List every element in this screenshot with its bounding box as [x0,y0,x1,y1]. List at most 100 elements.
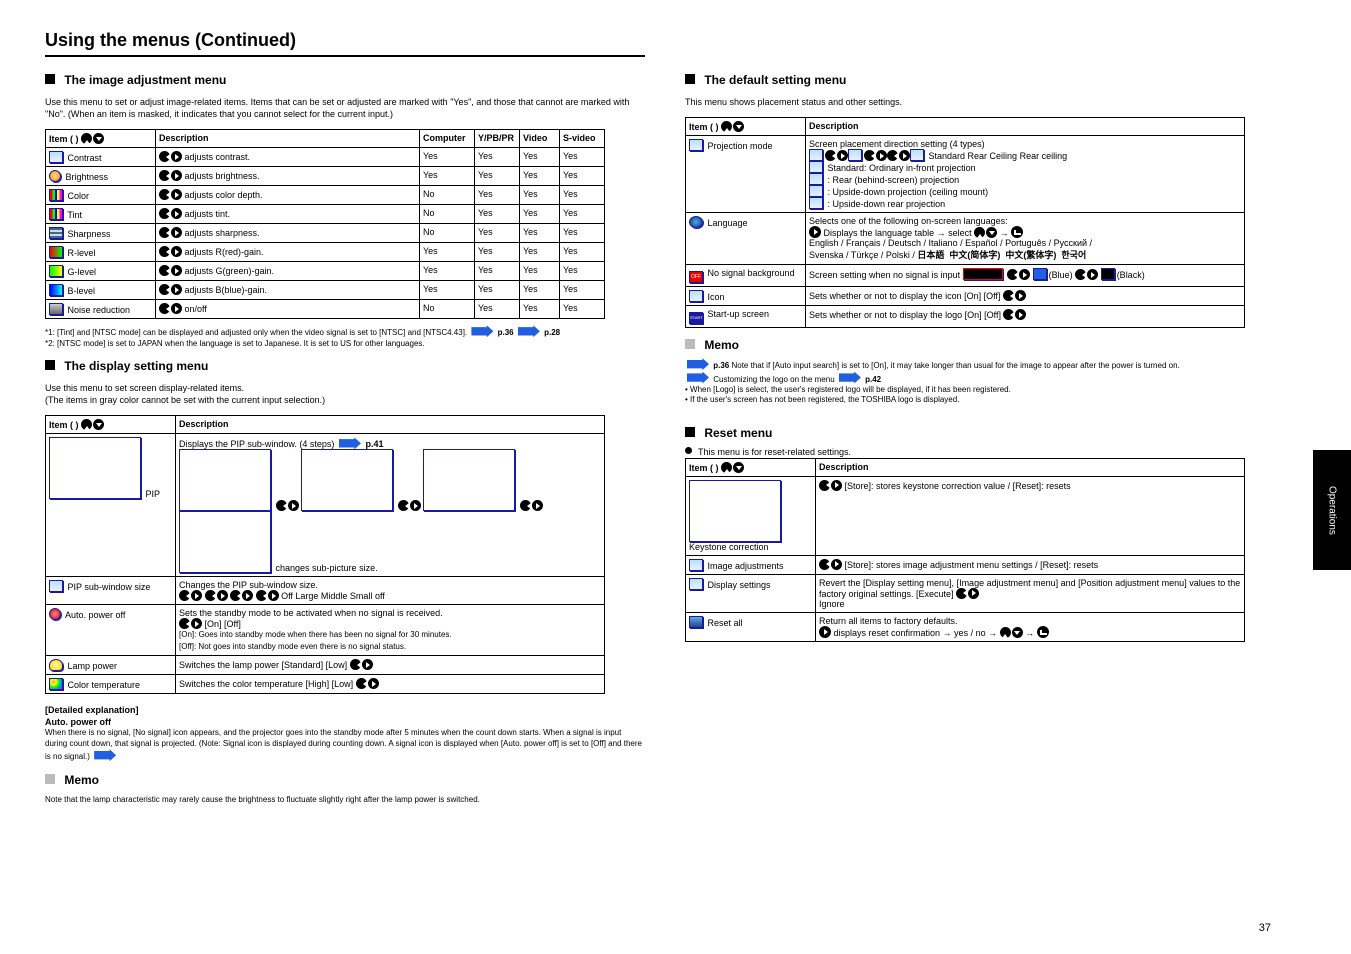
table-row: Keystone correction [Store]: stores keys… [686,476,1245,555]
pip-large-icon [179,449,271,511]
header-title-left: Using the menus (Continued) [45,30,645,51]
black-swatch-icon [1101,268,1115,280]
contrast-icon [49,151,63,163]
table-row: Contrast adjusts contrast.YesYesYesYes [46,148,605,167]
color-temp-icon [49,678,63,690]
side-tab: Operations [1313,450,1351,570]
table-row: Color temperatureSwitches the color temp… [46,675,605,694]
ceiling-icon [910,149,924,161]
right-arrow-icon [819,626,831,638]
table-row: Tint adjusts tint.NoYesYesYes [46,205,605,224]
off-icon: OFF [689,271,703,283]
table-row: R-level adjusts R(red)-gain.YesYesYesYes [46,243,605,262]
standard-icon [809,161,823,173]
page-header-left: Using the menus (Continued) [45,30,645,57]
lamp-icon [49,659,63,671]
page-ref-arrow-icon [471,325,493,337]
square-bullet-icon [685,74,695,84]
section-reset: Reset menu [685,426,1285,440]
image-adj-notes: *1: [Tint] and [NTSC mode] can be displa… [45,325,645,349]
pip-off-icon [179,511,271,573]
detail-heading: [Detailed explanation] [45,704,645,716]
g-level-icon [49,265,63,277]
table-row: Image adjustments [Store]: stores image … [686,555,1245,574]
table-row: IconSets whether or not to display the i… [686,287,1245,306]
square-bullet-icon [45,360,55,370]
enter-icon [1011,226,1023,238]
rear-ceiling-icon [809,197,823,209]
table-row: Reset allReturn all items to factory def… [686,612,1245,641]
section-image-adj: The image adjustment menu [45,73,645,87]
start-icon: START [689,312,703,324]
ceiling-icon [809,185,823,197]
tint-icon [49,208,63,220]
apo-detail-text: When there is no signal, [No signal] ico… [45,728,645,762]
icon-setting-icon [689,290,703,302]
square-bullet-icon [45,74,55,84]
globe-icon [689,216,703,228]
page-number: 37 [1259,922,1271,934]
power-icon [49,608,61,620]
section-default-set: The default setting menu [685,73,1285,87]
standard-icon [809,149,823,161]
brightness-icon [49,170,61,182]
rear-icon [848,149,862,161]
square-bullet-gray-icon [685,339,695,349]
pip-size-icon [49,580,63,592]
display-set-table: Item ( ) Description PIP Displays the PI… [45,415,605,694]
display-set-intro: Use this menu to set screen display-rela… [45,382,645,406]
table-row: Sharpness adjusts sharpness.NoYesYesYes [46,224,605,243]
table-row: B-level adjusts B(blue)-gain.YesYesYesYe… [46,281,605,300]
memo-heading: Memo [45,773,645,787]
memo-right-text: p.36 Note that if [Auto input search] is… [685,358,1285,406]
image-adj-table: Item ( ) Description Computer Y/PB/PR Vi… [45,129,605,319]
color-icon [49,189,63,201]
page-ref-arrow-icon [94,749,116,761]
display-settings-icon [689,578,703,590]
right-column: Using the menus (Continued) The default … [685,30,1285,813]
table-row: Language Selects one of the following on… [686,213,1245,265]
enter-icon [1037,626,1049,638]
image-adj-intro: Use this menu to set or adjust image-rel… [45,96,645,120]
reset-intro: This menu is for reset-related settings. [685,446,1285,458]
table-row: Lamp powerSwitches the lamp power [Stand… [46,656,605,675]
apo-detail-label: Auto. power off [45,716,645,728]
image-adj-icon [689,559,703,571]
page-ref-arrow-icon [339,437,361,449]
page-ref-arrow-icon [687,358,709,370]
table-row: Color adjusts color depth.NoYesYesYes [46,186,605,205]
toshiba-logo-icon [963,268,1003,280]
projection-icon [689,139,703,151]
trash-icon [689,616,703,628]
left-column: Using the menus (Continued) The image ad… [45,30,645,813]
pip-icon [49,437,141,499]
right-arrow-icon [809,226,821,238]
noise-reduction-icon [49,303,63,315]
table-row: Display settingsRevert the [Display sett… [686,574,1245,612]
table-row: Projection mode Screen placement directi… [686,136,1245,213]
square-bullet-gray-icon [45,774,55,784]
table-row: Auto. power off Sets the standby mode to… [46,605,605,656]
left-right-icon [159,151,182,162]
memo-text: Note that the lamp characteristic may ra… [45,795,645,805]
pip-middle-icon [301,449,393,511]
table-row: PIP sub-window size Changes the PIP sub-… [46,577,605,605]
r-level-icon [49,246,63,258]
sharpness-icon [49,227,63,239]
page-ref-arrow-icon [839,372,861,384]
memo-heading-r: Memo [685,338,1285,352]
section-display-set: The display setting menu [45,359,645,373]
up-down-icon [81,133,104,144]
square-bullet-icon [685,427,695,437]
rear-icon [809,173,823,185]
table-row: G-level adjusts G(green)-gain.YesYesYesY… [46,262,605,281]
reset-table: Item ( ) Description Keystone correction… [685,458,1245,642]
keystone-icon [689,480,781,542]
page-ref-arrow-icon [687,372,709,384]
b-level-icon [49,284,63,296]
dot-bullet-icon [685,447,692,454]
table-row: Brightness adjusts brightness.YesYesYesY… [46,167,605,186]
page-ref-arrow-icon [518,325,540,337]
blue-swatch-icon [1033,268,1047,280]
table-row: START Start-up screenSets whether or not… [686,306,1245,328]
